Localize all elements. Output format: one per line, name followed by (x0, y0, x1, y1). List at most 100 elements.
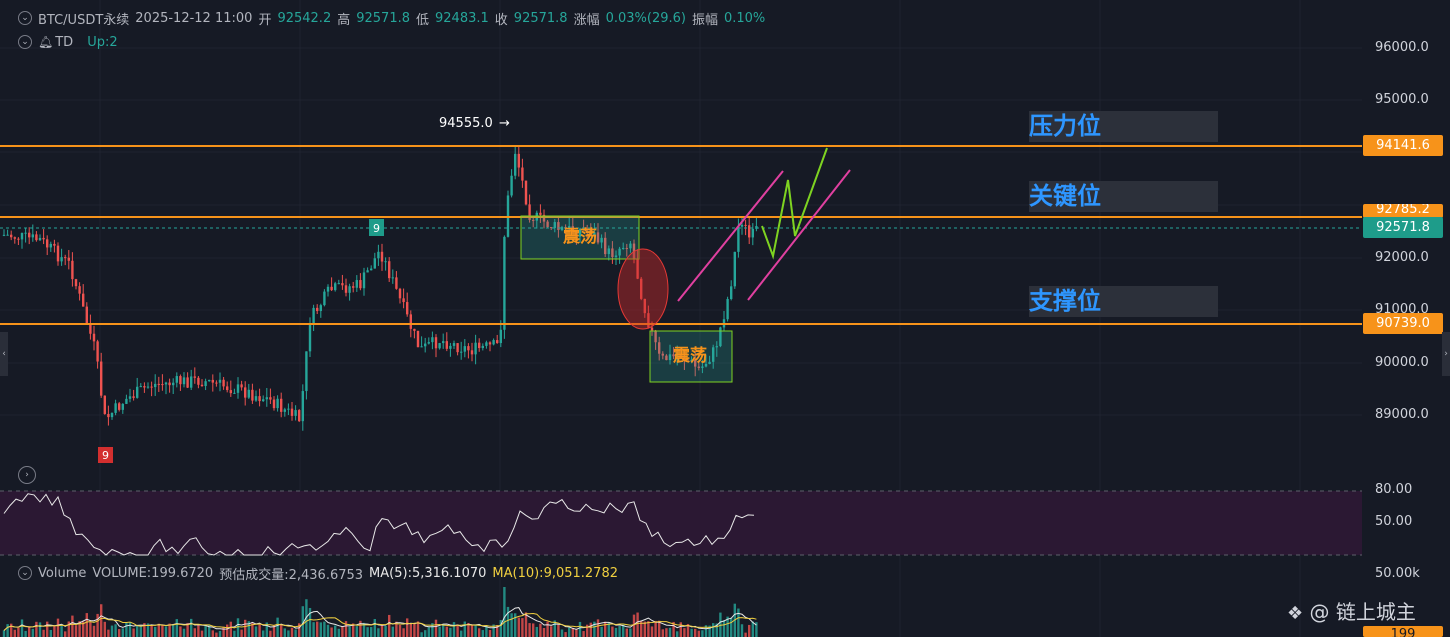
candle-body (359, 280, 362, 289)
axis-tick: 90000.0 (1375, 355, 1429, 370)
chart-canvas[interactable]: 震荡 震荡 94555.0 → 9 9 (0, 0, 1450, 637)
channel-upper-line[interactable] (677, 170, 784, 302)
volume-bar (229, 621, 232, 637)
volume-bar (2, 630, 6, 637)
volume-bar (233, 630, 236, 637)
volume-bar (517, 617, 520, 637)
td-count-low: 9 (102, 449, 109, 462)
collapse-icon[interactable]: ⌄ (18, 566, 32, 580)
volume-bar (560, 629, 564, 637)
scroll-left-button[interactable]: ‹ (0, 332, 8, 376)
volume-bar (118, 629, 121, 637)
volume-bar (154, 626, 157, 637)
volume-bar (542, 628, 546, 637)
candle-body (208, 379, 211, 382)
candle-body (330, 286, 333, 291)
candle-body (463, 346, 466, 352)
candle-body (114, 403, 117, 413)
candle-body (56, 245, 60, 262)
volume-bar (28, 627, 31, 637)
volume-bar (150, 625, 153, 637)
candle-body (211, 379, 214, 383)
breakdown-ellipse[interactable] (617, 248, 669, 330)
volume-bar (596, 619, 600, 637)
volume-bar (276, 617, 279, 637)
collapse-icon[interactable]: ⌄ (18, 11, 32, 25)
volume-bar (427, 627, 430, 637)
volume-bar (283, 628, 286, 637)
candle-body (398, 288, 402, 299)
volume-bar (456, 624, 459, 637)
volume-bar (200, 630, 204, 637)
volume-bar (503, 587, 506, 637)
candle-body (197, 377, 200, 385)
candle-body (467, 346, 470, 351)
candle-body (478, 342, 481, 349)
volume-bar (240, 629, 243, 637)
candle-body (46, 239, 49, 248)
candle-body (402, 298, 405, 303)
volume-bar (478, 628, 481, 637)
candle-body (301, 391, 304, 422)
candle-body (460, 351, 463, 353)
expand-icon[interactable]: › (18, 466, 36, 484)
watermark-logo-icon: ❖ (1287, 603, 1304, 624)
candle-body (215, 382, 218, 384)
low-label: 低 (416, 12, 430, 28)
scroll-right-button[interactable]: › (1442, 332, 1450, 376)
volume-label: Volume (38, 565, 87, 581)
candle-body (312, 307, 315, 325)
candle-body (337, 283, 340, 285)
candle-body (316, 307, 319, 312)
candle-body (751, 228, 754, 238)
collapse-icon[interactable]: ⌄ (18, 35, 32, 49)
candle-body (283, 409, 286, 412)
volume-bar (564, 632, 567, 637)
volume-bar (380, 624, 384, 637)
close-label: 收 (494, 12, 508, 28)
axis-tick: 92000.0 (1375, 250, 1429, 265)
candle-body (200, 384, 204, 387)
volume-bar (60, 626, 63, 637)
candle-body (730, 286, 733, 300)
candle-body (258, 396, 261, 402)
support-price-tag[interactable]: 90739.0 (1363, 313, 1443, 334)
candle-body (373, 258, 376, 269)
candle-body (103, 395, 106, 414)
channel-lower-line[interactable] (747, 169, 851, 301)
candle-body (172, 382, 175, 386)
volume-bar (611, 626, 614, 637)
key-price-tag[interactable]: 92785.2 (1363, 204, 1443, 218)
volume-bar (391, 626, 394, 637)
candle-body (186, 377, 189, 388)
volume-bar (488, 629, 492, 637)
volume-ma-lines (3, 607, 757, 631)
volume-bar (13, 629, 16, 637)
volume-bar (694, 628, 697, 637)
volume-bar (625, 628, 628, 637)
key-zone-label[interactable]: 关键位 (1029, 181, 1218, 212)
volume-bar (42, 629, 45, 637)
candle-body (74, 279, 78, 287)
volume-bar (409, 623, 412, 637)
candle-body (406, 302, 409, 315)
candle-body (470, 350, 474, 355)
volume-bar (546, 621, 549, 637)
current-price-tag[interactable]: 92571.8 (1363, 217, 1443, 238)
volume-bar (550, 626, 553, 637)
resistance-price-tag[interactable]: 94141.6 (1363, 135, 1443, 156)
candle-body (344, 285, 348, 293)
candle-body (366, 270, 369, 273)
candle-body (110, 412, 114, 418)
candle-body (60, 257, 63, 262)
volume-bar (539, 623, 542, 637)
candle-body (269, 397, 272, 400)
support-zone-label[interactable]: 支撑位 (1029, 286, 1218, 317)
candle-body (20, 232, 24, 240)
volume-bar (211, 630, 214, 637)
bell-icon[interactable]: 🔔︎ (38, 35, 53, 49)
resistance-zone-label[interactable]: 压力位 (1029, 111, 1218, 142)
candle-body (449, 345, 452, 349)
volume-bar (38, 622, 42, 637)
candle-body (395, 277, 398, 289)
